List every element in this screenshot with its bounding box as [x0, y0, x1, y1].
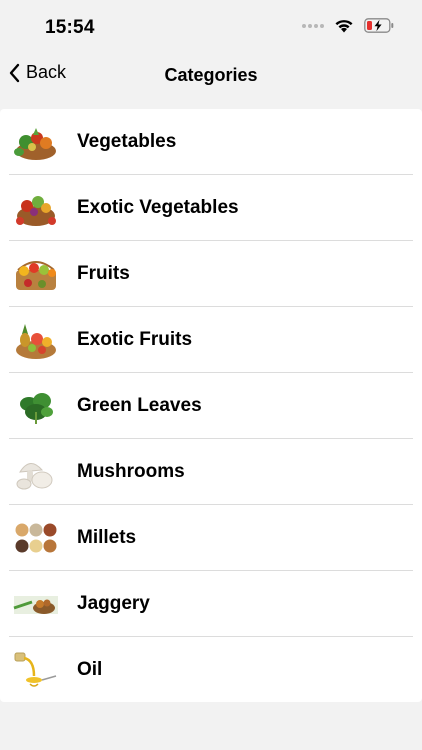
category-label: Vegetables [77, 131, 177, 152]
category-label: Mushrooms [77, 461, 185, 482]
vegetables-basket-image [14, 128, 56, 160]
category-row-mushrooms[interactable]: Mushrooms [0, 439, 422, 505]
status-icons [302, 18, 394, 33]
category-row-fruits[interactable]: Fruits [0, 241, 422, 307]
wifi-icon [335, 20, 353, 33]
category-list: Vegetables Exotic Vegetables Fruits Exot… [0, 109, 422, 702]
fruits-basket-image [16, 261, 56, 290]
battery-charging-icon [364, 18, 394, 33]
category-row-millets[interactable]: Millets [0, 505, 422, 571]
oil-pour-image [14, 652, 57, 687]
category-label: Fruits [77, 263, 130, 284]
category-label: Millets [77, 527, 137, 548]
mushrooms-image [16, 463, 53, 490]
category-label: Jaggery [77, 593, 150, 614]
category-row-exotic-fruits[interactable]: Exotic Fruits [0, 307, 422, 373]
status-bar: 15:54 [0, 0, 422, 52]
navigation-bar: Back Categories [0, 52, 422, 98]
millets-bowls-image [15, 523, 57, 553]
category-label: Exotic Fruits [77, 329, 193, 350]
status-time: 15:54 [45, 17, 95, 38]
category-label: Exotic Vegetables [77, 197, 239, 218]
jaggery-image [13, 596, 58, 614]
exotic-fruits-basket-image [16, 324, 56, 359]
category-label: Green Leaves [77, 395, 202, 416]
exotic-vegetables-basket-image [16, 196, 56, 226]
category-row-oil[interactable]: Oil [0, 637, 422, 703]
category-row-jaggery[interactable]: Jaggery [0, 571, 422, 637]
green-leaves-image [20, 393, 53, 424]
cellular-dots-icon [302, 23, 324, 28]
page-title: Categories [164, 65, 258, 85]
category-label: Oil [77, 659, 103, 680]
category-row-green-leaves[interactable]: Green Leaves [0, 373, 422, 439]
category-row-vegetables[interactable]: Vegetables [0, 109, 422, 175]
category-row-exotic-vegetables[interactable]: Exotic Vegetables [0, 175, 422, 241]
